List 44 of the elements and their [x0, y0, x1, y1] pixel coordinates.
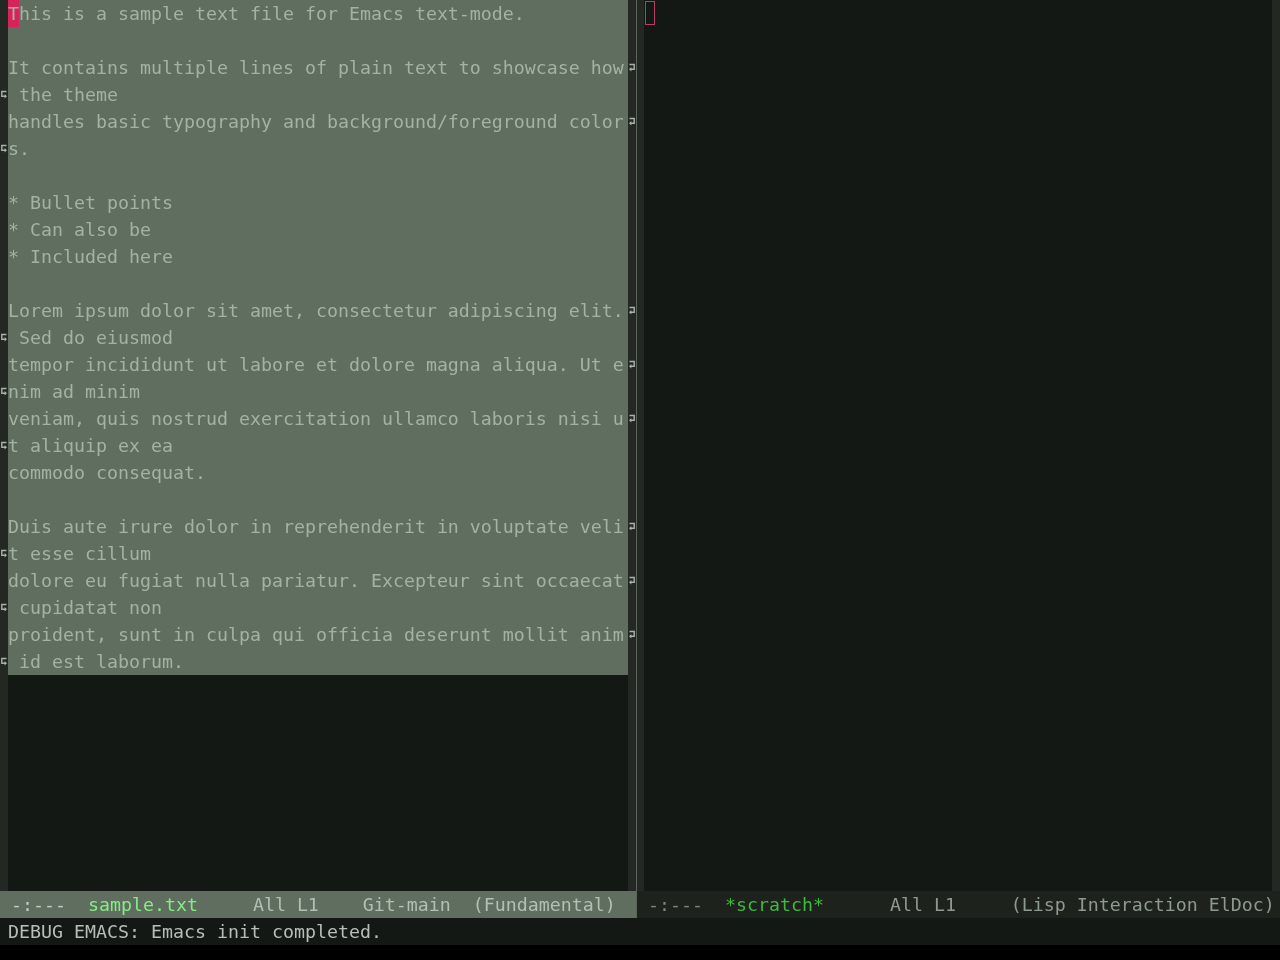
- text-line: cupidatat non: [18, 597, 162, 618]
- continuation-arrow-icon: [0, 144, 7, 153]
- line-position: All L1: [252, 893, 319, 917]
- wrap-arrow-icon: [629, 630, 636, 639]
- text-line: s.: [8, 138, 30, 159]
- text-line: * Bullet points: [8, 192, 173, 213]
- text-line: t aliquip ex ea: [8, 435, 173, 456]
- text-line: id est laborum.: [18, 651, 184, 672]
- continuation-arrow-icon: [0, 90, 7, 99]
- modified-status: -:---: [648, 893, 703, 917]
- wrap-arrow-icon: [629, 63, 636, 72]
- text-line: It contains multiple lines of plain text to showcase how: [8, 57, 624, 78]
- text-line: the theme: [18, 84, 118, 105]
- buffer-name[interactable]: sample.txt: [87, 891, 198, 918]
- wrap-arrow-icon: [629, 306, 636, 315]
- continuation-arrow-icon: [0, 657, 7, 666]
- wrap-arrow-icon: [629, 360, 636, 369]
- text-line: Duis aute irure dolor in reprehenderit in voluptate veli: [8, 516, 624, 537]
- wrap-arrow-icon: [629, 522, 636, 531]
- continuation-arrow-icon: [0, 549, 7, 558]
- continuation-arrow-icon: [0, 333, 7, 342]
- continuation-arrow-icon: [0, 387, 7, 396]
- text-line: tempor incididunt ut labore et dolore magna aliqua. Ut e: [8, 354, 624, 375]
- text-line: dolore eu fugiat nulla pariatur. Excepteur sint occaecat: [8, 570, 624, 591]
- text-line: * Included here: [8, 246, 173, 267]
- echo-area-message: DEBUG EMACS: Emacs init completed.: [8, 920, 382, 944]
- text-line: handles basic typography and background/foreground color: [8, 111, 624, 132]
- text-line: Sed do eiusmod: [18, 327, 173, 348]
- wrap-arrow-icon: [629, 576, 636, 585]
- continuation-arrow-icon: [0, 603, 7, 612]
- major-mode[interactable]: (Fundamental): [472, 891, 616, 918]
- text-line: Lorem ipsum dolor sit amet, consectetur adipiscing elit.: [8, 300, 624, 321]
- text-line: veniam, quis nostrud exercitation ullamco laboris nisi u: [8, 408, 624, 429]
- text-line: proident, sunt in culpa qui officia deserunt mollit anim: [8, 624, 624, 645]
- line-position: All L1: [889, 893, 956, 917]
- modified-status: -:---: [11, 893, 66, 917]
- wrap-arrow-icon: [629, 117, 636, 126]
- text-line: * Can also be: [8, 219, 151, 240]
- text-line: t esse cillum: [8, 543, 151, 564]
- text-line: nim ad minim: [8, 381, 140, 402]
- text-line: commodo consequat.: [8, 462, 206, 483]
- wrap-arrow-icon: [629, 414, 636, 423]
- continuation-arrow-icon: [0, 441, 7, 450]
- git-branch[interactable]: Git-main: [362, 891, 451, 918]
